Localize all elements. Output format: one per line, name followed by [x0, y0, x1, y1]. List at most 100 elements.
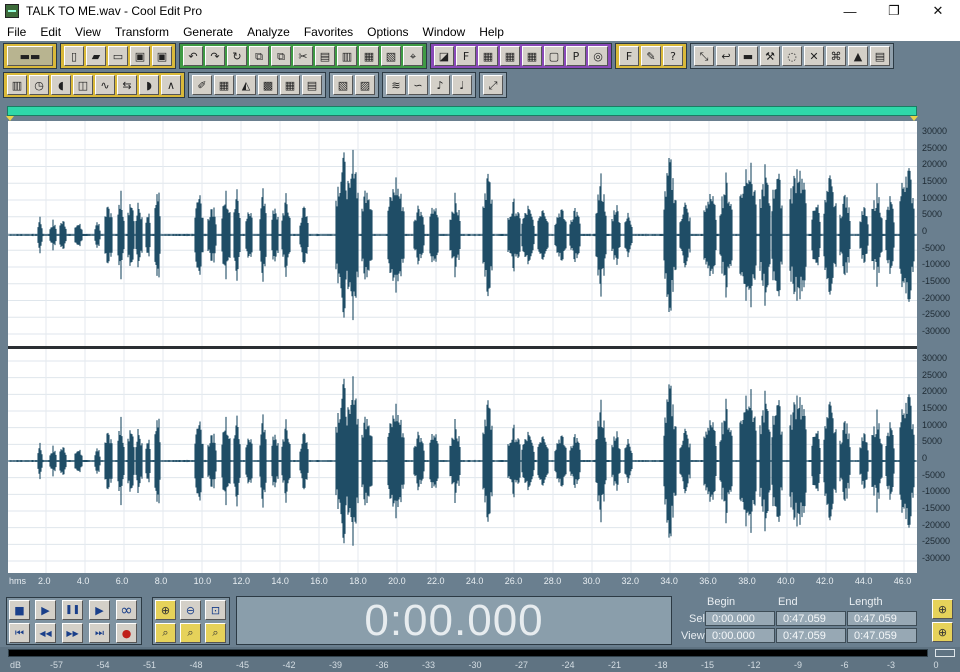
toolbar-group: ≋ ∽ ♪ ♩ — [382, 72, 476, 98]
sel-begin-field[interactable]: 0:00.000 — [705, 611, 775, 626]
go-to-end-button[interactable]: ⏭ — [89, 623, 110, 643]
cut-icon[interactable]: ✂ — [293, 46, 313, 66]
waveform-display[interactable] — [0, 99, 960, 591]
meter-icon[interactable]: ▤ — [870, 46, 890, 66]
redo-icon[interactable]: ↷ — [205, 46, 225, 66]
instrument-icon[interactable]: ♪ — [430, 75, 450, 95]
multitrack-view-icon[interactable]: ▬▬ — [7, 46, 53, 66]
meter-reset-box[interactable] — [935, 649, 955, 657]
zoom-left-icon[interactable]: ⌕ — [180, 623, 201, 643]
menu-transform[interactable]: Transform — [108, 25, 176, 39]
loop-icon[interactable]: ∽ — [408, 75, 428, 95]
ruler-tick-label: 36.0 — [699, 576, 717, 586]
menu-analyze[interactable]: Analyze — [240, 25, 297, 39]
copy-new-icon[interactable]: ⧉ — [249, 46, 269, 66]
menu-file[interactable]: File — [0, 25, 33, 39]
doc-b-icon[interactable]: P — [566, 46, 586, 66]
repeat-icon[interactable]: ↻ — [227, 46, 247, 66]
restore-button[interactable]: ❐ — [872, 0, 916, 22]
zoom-selection-icon[interactable]: ⌕ — [155, 623, 176, 643]
delay-icon[interactable]: ⇆ — [117, 75, 137, 95]
tools-icon[interactable]: ⚒ — [760, 46, 780, 66]
paste-new-icon[interactable]: ▥ — [337, 46, 357, 66]
close-button[interactable]: ✕ — [916, 0, 960, 22]
go-to-start-button[interactable]: ⏮ — [9, 623, 30, 643]
lines-icon[interactable]: ≋ — [386, 75, 406, 95]
menu-window[interactable]: Window — [416, 25, 473, 39]
favorites-icon[interactable]: F — [619, 46, 639, 66]
snap-icon[interactable]: ⌖ — [403, 46, 423, 66]
cd-icon[interactable]: ◎ — [588, 46, 608, 66]
zoom-out-icon[interactable]: ⊖ — [180, 600, 201, 620]
close-file-icon[interactable]: ▭ — [108, 46, 128, 66]
view-length-field[interactable]: 0:47.059 — [847, 628, 917, 643]
pause-button[interactable]: ❚❚ — [62, 600, 83, 620]
zoom-in-icon[interactable]: ⊕ — [155, 600, 176, 620]
save-as-icon[interactable]: ▣ — [130, 46, 150, 66]
save-icon[interactable]: ▣ — [152, 46, 172, 66]
cross-icon[interactable]: ✕ — [804, 46, 824, 66]
time-ruler[interactable]: hms 2.0 4.0 6.0 8.0 10.0 12.0 14.0 16.0 18.0 20.0… — [6, 574, 918, 589]
brush-icon[interactable]: ✐ — [192, 75, 212, 95]
edit-note-icon[interactable]: ✎ — [641, 46, 661, 66]
sel-length-field[interactable]: 0:47.059 — [847, 611, 917, 626]
loop-button[interactable]: ∞ — [116, 600, 137, 620]
wave-icon[interactable]: ∿ — [95, 75, 115, 95]
menu-generate[interactable]: Generate — [176, 25, 240, 39]
paste-icon[interactable]: ▤ — [315, 46, 335, 66]
note-icon[interactable]: ♩ — [452, 75, 472, 95]
expand-icon[interactable]: ⤡ — [694, 46, 714, 66]
triangle-icon[interactable]: ▲ — [848, 46, 868, 66]
minimize-button[interactable]: — — [828, 0, 872, 22]
undo-icon[interactable]: ↶ — [183, 46, 203, 66]
menu-edit[interactable]: Edit — [33, 25, 68, 39]
copy-icon[interactable]: ⧉ — [271, 46, 291, 66]
speed-icon[interactable]: ▨ — [355, 75, 375, 95]
mix-icon[interactable]: ▧ — [333, 75, 353, 95]
grid-icon[interactable]: ▦ — [280, 75, 300, 95]
table-icon[interactable]: ▤ — [302, 75, 322, 95]
view-begin-field[interactable]: 0:00.000 — [705, 628, 775, 643]
record-button[interactable]: ● — [116, 623, 137, 643]
spectrum-icon[interactable]: ▦ — [214, 75, 234, 95]
zoom-right-icon[interactable]: ⌕ — [205, 623, 226, 643]
echo-icon[interactable]: ◗ — [139, 75, 159, 95]
view-end-field[interactable]: 0:47.059 — [776, 628, 846, 643]
bars-icon[interactable]: ▥ — [7, 75, 27, 95]
peak-icon[interactable]: ∧ — [161, 75, 181, 95]
timer-icon[interactable]: ◷ — [29, 75, 49, 95]
menu-favorites[interactable]: Favorites — [297, 25, 360, 39]
flat-icon[interactable]: ▬ — [738, 46, 758, 66]
frequency-icon[interactable]: ▩ — [258, 75, 278, 95]
grid-c-icon[interactable]: ▦ — [522, 46, 542, 66]
sel-end-field[interactable]: 0:47.059 — [776, 611, 846, 626]
zoom-out-vertical-icon[interactable]: ⊕ — [932, 622, 953, 642]
play-button[interactable]: ▶ — [35, 600, 56, 620]
effects-icon[interactable]: ◪ — [434, 46, 454, 66]
fx-icon[interactable]: F — [456, 46, 476, 66]
menu-help[interactable]: Help — [472, 25, 511, 39]
zoom-full-icon[interactable]: ⊡ — [205, 600, 226, 620]
rewind-button[interactable]: ◀◀ — [35, 623, 56, 643]
mix-paste-icon[interactable]: ▦ — [359, 46, 379, 66]
fit-icon[interactable]: ⤢ — [483, 75, 503, 95]
return-icon[interactable]: ↩ — [716, 46, 736, 66]
fast-forward-button[interactable]: ▶▶ — [62, 623, 83, 643]
stop-button[interactable]: ■ — [9, 600, 30, 620]
help-icon[interactable]: ? — [663, 46, 683, 66]
new-file-icon[interactable]: ▯ — [64, 46, 84, 66]
network-icon[interactable]: ⌘ — [826, 46, 846, 66]
trim-icon[interactable]: ▧ — [381, 46, 401, 66]
grid-a-icon[interactable]: ▦ — [478, 46, 498, 66]
grid-b-icon[interactable]: ▦ — [500, 46, 520, 66]
play-to-end-button[interactable]: ▶ — [89, 600, 110, 620]
menu-view[interactable]: View — [68, 25, 108, 39]
doc-a-icon[interactable]: ▢ — [544, 46, 564, 66]
zoom-in-vertical-icon[interactable]: ⊕ — [932, 599, 953, 619]
bulb-icon[interactable]: ◌ — [782, 46, 802, 66]
open-file-icon[interactable]: ▰ — [86, 46, 106, 66]
envelope-icon[interactable]: ◖ — [51, 75, 71, 95]
graph-icon[interactable]: ◫ — [73, 75, 93, 95]
menu-options[interactable]: Options — [360, 25, 415, 39]
analyze-icon[interactable]: ◭ — [236, 75, 256, 95]
